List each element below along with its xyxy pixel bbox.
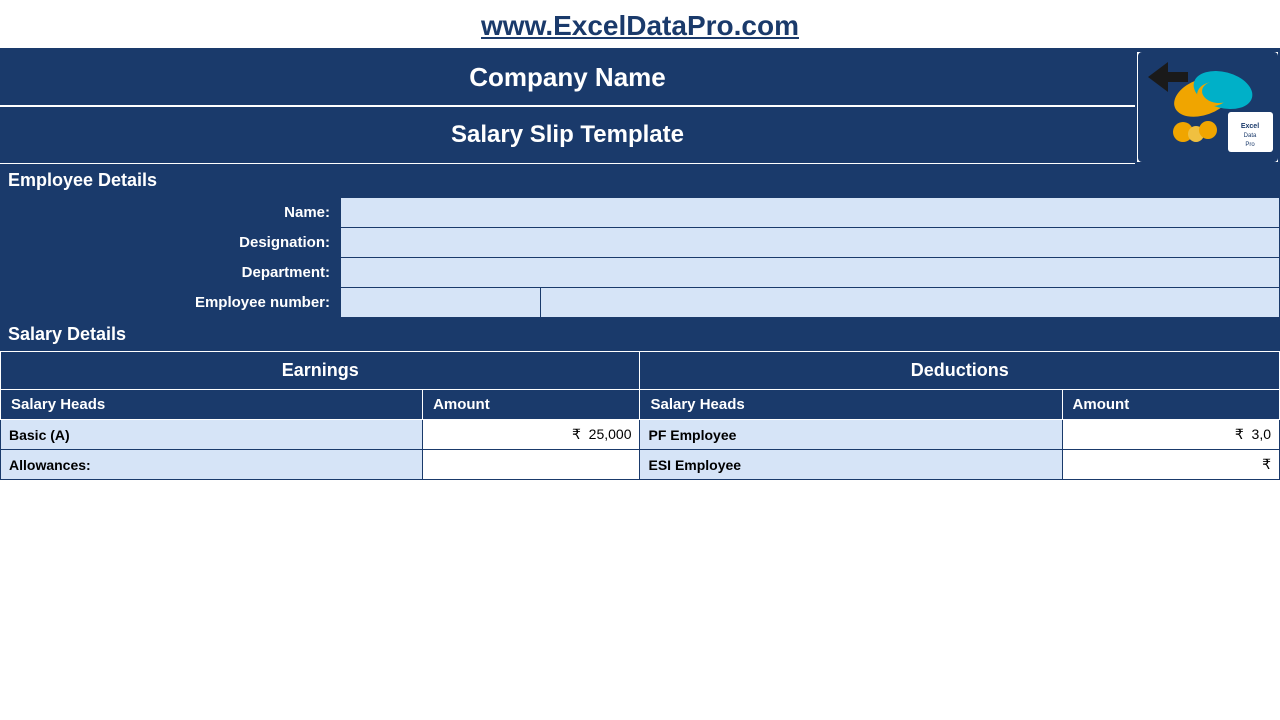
employee-section-header: Employee Details (0, 164, 1280, 197)
basic-label: Basic (A) (1, 420, 423, 450)
earnings-amount-subheader: Amount (423, 390, 640, 420)
table-row: Basic (A) ₹ 25,000 PF Employee ₹ 3,0 (1, 420, 1280, 450)
website-url[interactable]: www.ExcelDataPro.com (481, 10, 799, 41)
svg-text:Excel: Excel (1240, 123, 1258, 130)
salary-subheader-row: Salary Heads Amount Salary Heads Amount (1, 390, 1280, 420)
salary-table: Earnings Deductions Salary Heads Amount … (0, 351, 1280, 480)
esi-employee-label: ESI Employee (640, 450, 1062, 480)
allowances-label: Allowances: (1, 450, 423, 480)
department-value[interactable] (341, 258, 1280, 288)
employee-number-label: Employee number: (1, 288, 341, 318)
table-row: Designation: (1, 228, 1280, 258)
table-row: Allowances: ESI Employee ₹ (1, 450, 1280, 480)
designation-label: Designation: (1, 228, 341, 258)
name-label: Name: (1, 198, 341, 228)
allowances-amount (423, 450, 640, 480)
table-row: Employee number: (1, 288, 1280, 318)
page-wrapper: www.ExcelDataPro.com Company Name Salary… (0, 0, 1280, 720)
header-area: Company Name Salary Slip Template (0, 50, 1280, 164)
salary-section-header: Salary Details (0, 318, 1280, 351)
employee-number-value[interactable] (341, 288, 541, 318)
pf-employee-label: PF Employee (640, 420, 1062, 450)
earnings-header: Earnings (1, 352, 640, 390)
employee-details-table: Name: Designation: Department: Employee … (0, 197, 1280, 318)
table-row: Department: (1, 258, 1280, 288)
url-banner: www.ExcelDataPro.com (0, 0, 1280, 50)
header-content: Company Name Salary Slip Template (0, 50, 1135, 164)
earnings-heads-subheader: Salary Heads (1, 390, 423, 420)
deductions-amount-subheader: Amount (1062, 390, 1279, 420)
earnings-deductions-header-row: Earnings Deductions (1, 352, 1280, 390)
pf-employee-amount: ₹ 3,0 (1062, 420, 1279, 450)
name-value[interactable] (341, 198, 1280, 228)
company-name: Company Name (0, 50, 1135, 107)
logo-area: Excel Data Pro (1135, 50, 1280, 164)
salary-slip-title: Salary Slip Template (0, 107, 1135, 163)
table-row: Name: (1, 198, 1280, 228)
svg-text:Pro: Pro (1245, 142, 1255, 148)
deductions-header: Deductions (640, 352, 1280, 390)
svg-text:Data: Data (1243, 133, 1256, 139)
esi-employee-amount: ₹ (1062, 450, 1279, 480)
company-logo: Excel Data Pro (1138, 52, 1278, 162)
basic-amount: ₹ 25,000 (423, 420, 640, 450)
employee-number-extra (541, 288, 1280, 318)
designation-value[interactable] (341, 228, 1280, 258)
deductions-heads-subheader: Salary Heads (640, 390, 1062, 420)
department-label: Department: (1, 258, 341, 288)
